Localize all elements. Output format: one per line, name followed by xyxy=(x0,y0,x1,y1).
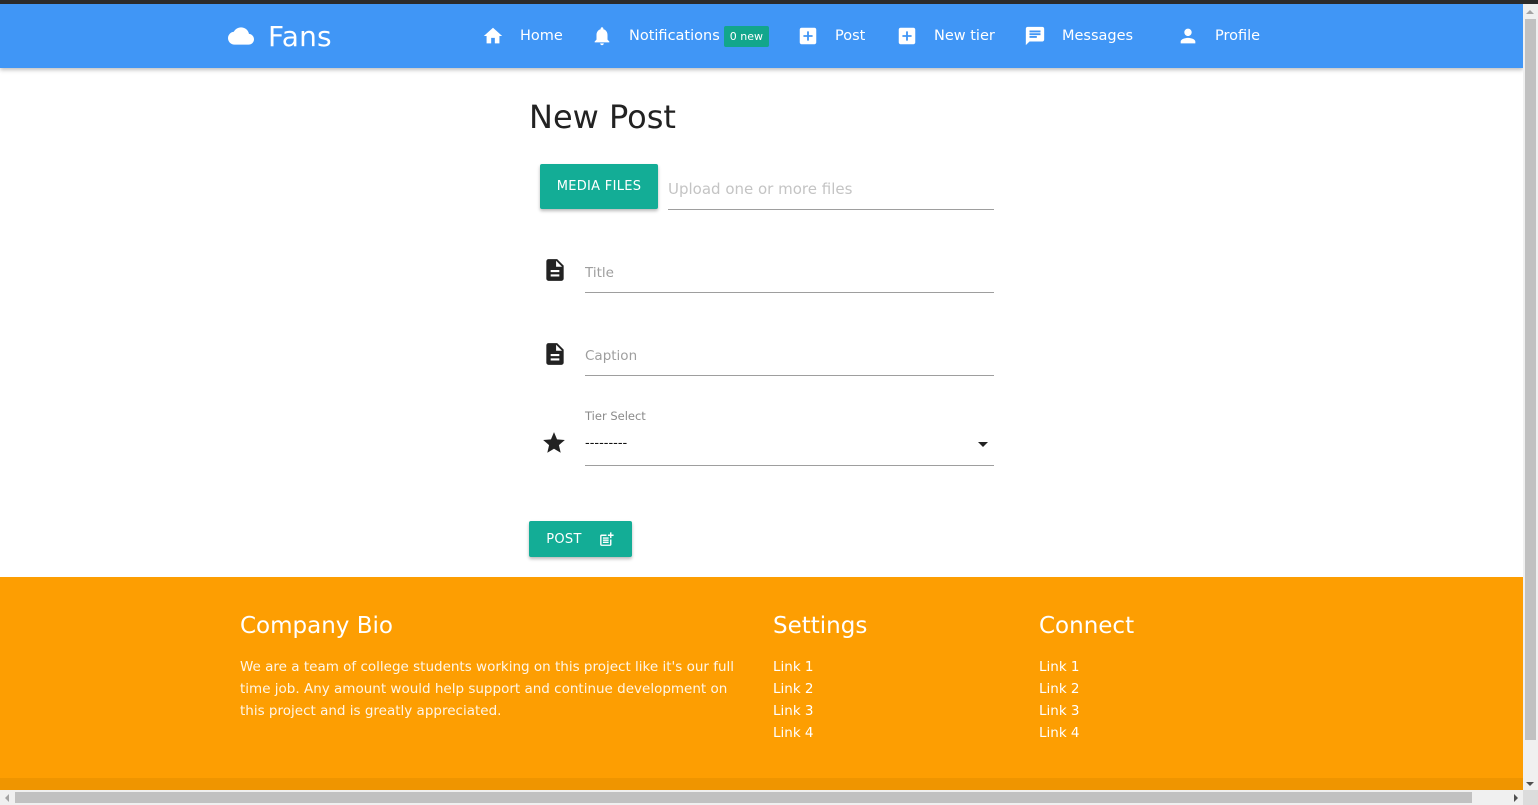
description-icon xyxy=(546,259,564,281)
horizontal-scrollbar[interactable] xyxy=(0,790,1523,805)
footer-connect-link[interactable]: Link 1 xyxy=(1039,656,1134,678)
nav-item-messages[interactable]: Messages xyxy=(1024,4,1133,68)
scrollbar-corner xyxy=(1523,790,1538,805)
horizontal-scroll-thumb[interactable] xyxy=(15,792,1472,803)
scroll-down-arrow-icon[interactable] xyxy=(1526,782,1534,786)
caption-field[interactable] xyxy=(585,336,994,376)
add-box-icon xyxy=(799,27,817,45)
footer-settings-link[interactable]: Link 1 xyxy=(773,656,867,678)
footer-bio-heading: Company Bio xyxy=(240,613,393,639)
tier-select[interactable]: --------- xyxy=(585,430,994,466)
nav-item-label: Messages xyxy=(1062,28,1134,44)
footer-settings-section: Settings Link 1 Link 2 Link 3 Link 4 xyxy=(773,613,867,744)
tier-select-value: --------- xyxy=(585,436,628,451)
page-title: New Post xyxy=(529,98,676,136)
vertical-scroll-thumb[interactable] xyxy=(1525,19,1536,740)
upload-field[interactable] xyxy=(668,168,994,210)
bell-icon xyxy=(594,27,610,46)
caret-down-icon xyxy=(978,442,988,447)
nav-item-post[interactable]: Post xyxy=(797,4,865,68)
footer-bio-section: Company Bio We are a team of college stu… xyxy=(240,613,740,722)
message-icon xyxy=(1025,26,1045,46)
footer-bio-text: We are a team of college students workin… xyxy=(240,659,735,719)
nav-item-profile[interactable]: Profile xyxy=(1177,4,1260,68)
footer-connect-link[interactable]: Link 3 xyxy=(1039,700,1134,722)
add-box-icon xyxy=(898,27,916,45)
nav-item-label: Post xyxy=(835,28,866,44)
nav-item-new-tier[interactable]: New tier xyxy=(896,4,995,68)
tier-select-label: Tier Select xyxy=(585,409,646,423)
footer-settings-link[interactable]: Link 3 xyxy=(773,700,867,722)
brand-link[interactable]: Fans xyxy=(228,4,332,68)
post-button[interactable]: POST xyxy=(529,521,632,557)
nav-item-label: Profile xyxy=(1215,28,1261,44)
notification-badge: 0 new xyxy=(723,25,769,47)
brand-name: Fans xyxy=(268,19,332,53)
person-icon xyxy=(1180,28,1196,44)
footer-bottom-bar xyxy=(0,778,1523,790)
scroll-right-arrow-icon[interactable] xyxy=(1514,794,1518,802)
media-files-button[interactable]: MEDIA FILES xyxy=(540,164,658,209)
cloud-icon xyxy=(228,27,254,45)
nav-item-home[interactable]: Home xyxy=(482,4,563,68)
footer-settings-link[interactable]: Link 2 xyxy=(773,678,867,700)
nav-item-label: New tier xyxy=(934,28,995,44)
footer-connect-section: Connect Link 1 Link 2 Link 3 Link 4 xyxy=(1039,613,1134,744)
title-field[interactable] xyxy=(585,253,994,293)
post-add-icon xyxy=(599,531,614,546)
page-footer: Company Bio We are a team of college stu… xyxy=(0,577,1523,790)
star-icon xyxy=(543,432,565,453)
description-icon xyxy=(546,343,564,365)
footer-settings-link[interactable]: Link 4 xyxy=(773,722,867,744)
upload-input[interactable] xyxy=(668,168,994,209)
footer-connect-heading: Connect xyxy=(1039,613,1135,639)
home-icon xyxy=(483,27,503,44)
page-viewport: Fans Home Notifications 0 new Post New t… xyxy=(0,4,1523,790)
top-navbar: Fans Home Notifications 0 new Post New t… xyxy=(0,4,1523,68)
post-button-label: POST xyxy=(546,531,582,547)
caption-input[interactable] xyxy=(585,336,994,375)
nav-item-label: Home xyxy=(520,28,563,44)
footer-connect-link[interactable]: Link 4 xyxy=(1039,722,1134,744)
nav-item-notifications[interactable]: Notifications 0 new xyxy=(591,4,769,68)
footer-settings-heading: Settings xyxy=(773,613,868,639)
nav-item-label: Notifications xyxy=(629,28,720,44)
footer-connect-link[interactable]: Link 2 xyxy=(1039,678,1134,700)
scroll-left-arrow-icon[interactable] xyxy=(5,794,9,802)
vertical-scrollbar[interactable] xyxy=(1523,4,1538,790)
scroll-up-arrow-icon[interactable] xyxy=(1526,10,1534,14)
title-input[interactable] xyxy=(585,253,994,292)
